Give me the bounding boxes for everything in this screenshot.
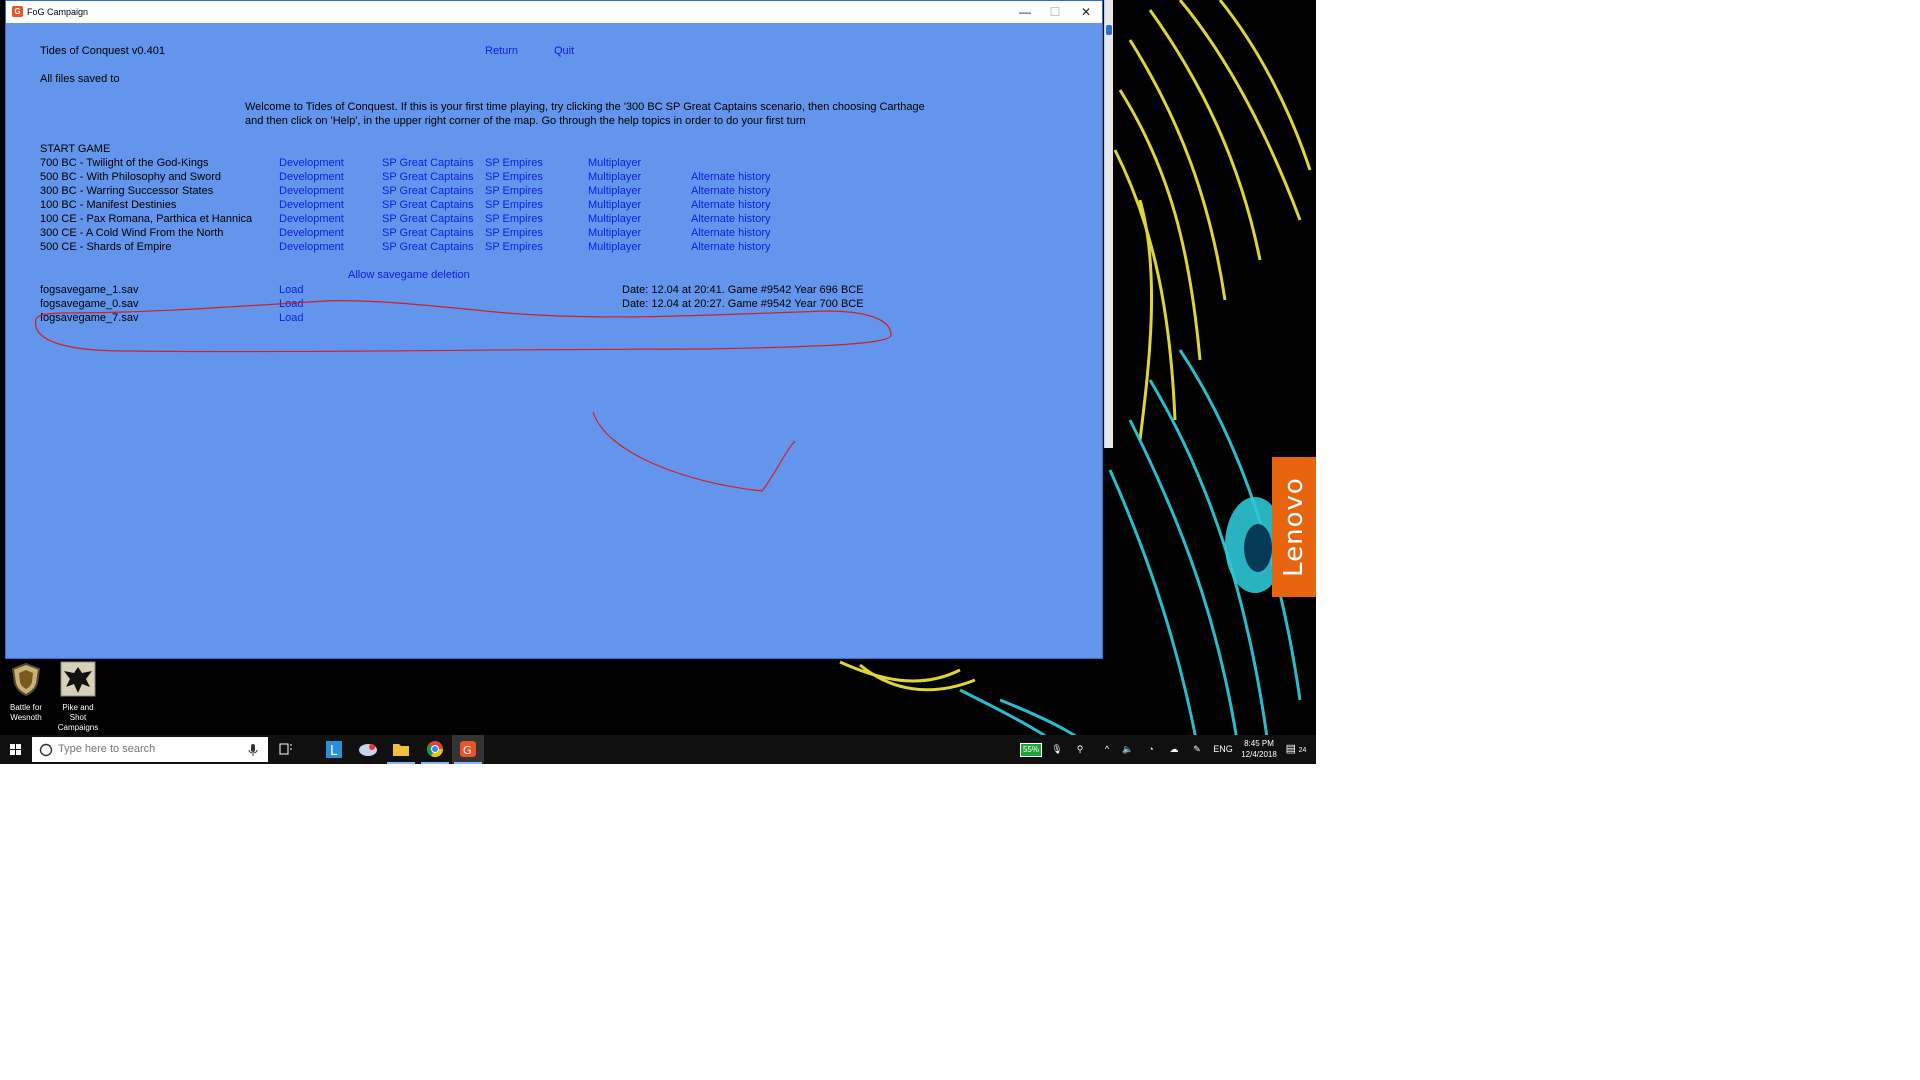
- scrollbar-thumb[interactable]: [1106, 25, 1112, 35]
- scrollbar[interactable]: [1104, 0, 1113, 448]
- maximize-button[interactable]: ☐: [1039, 1, 1071, 23]
- taskbar: L G 55% 🎙 ⚲ ^ 🔈 ◔ ☁ ✎ ENG 8:45 PM: [0, 735, 1316, 764]
- folder-icon: [393, 744, 409, 756]
- search-circle-icon: [39, 743, 53, 757]
- close-button[interactable]: ✕: [1070, 1, 1102, 23]
- desktop-icon-battle-for-wesnoth[interactable]: Battle for Wesnoth: [2, 661, 50, 723]
- taskbar-search[interactable]: [32, 737, 268, 762]
- annotation-checkmark: [592, 411, 796, 492]
- taskbar-app-chrome[interactable]: [419, 735, 451, 764]
- chrome-icon: [426, 741, 444, 758]
- taskbar-app-cloud[interactable]: [352, 735, 384, 764]
- taskbar-app-lenovo[interactable]: L: [318, 735, 350, 764]
- people-icon[interactable]: ⚲: [1072, 735, 1088, 764]
- annotation-ellipse: [35, 300, 892, 353]
- microphone-icon[interactable]: [248, 743, 258, 757]
- desktop-icon-label: Campaigns: [57, 723, 99, 732]
- onedrive-icon[interactable]: ☁: [1165, 735, 1183, 764]
- wifi-icon[interactable]: ◔: [1143, 735, 1159, 764]
- windows-logo-icon: [10, 744, 21, 755]
- lenovo-badge: Lenovo: [1272, 457, 1316, 597]
- battery-level: 55%: [1019, 743, 1042, 757]
- taskbar-app-file-explorer[interactable]: [385, 735, 417, 764]
- pen-icon[interactable]: ✎: [1189, 735, 1205, 764]
- notification-center-button[interactable]: ▤ 24: [1285, 735, 1307, 764]
- search-input[interactable]: [58, 741, 238, 757]
- app-icon: G: [12, 6, 23, 17]
- main-content: Tides of Conquest v0.401 Return Quit All…: [6, 23, 1102, 660]
- clock[interactable]: 8:45 PM 12/4/2018: [1237, 735, 1281, 764]
- app-window: G FoG Campaign — ☐ ✕ Tides of Conquest v…: [5, 0, 1103, 659]
- window-title: FoG Campaign: [27, 7, 89, 17]
- notification-icon: ▤: [1285, 743, 1297, 755]
- game-app-icon: G: [460, 741, 476, 757]
- eagle-icon: [60, 661, 96, 697]
- desktop-icon-pike-and-shot[interactable]: Pike and Shot Campaigns: [54, 661, 102, 733]
- notification-count: 24: [1298, 747, 1307, 754]
- minimize-button[interactable]: —: [1009, 1, 1041, 23]
- start-button[interactable]: [0, 735, 32, 764]
- cloud-app-icon: [359, 744, 377, 756]
- svg-text:G: G: [463, 744, 472, 757]
- shield-icon: [11, 662, 41, 697]
- desktop-icon-label: Wesnoth: [10, 713, 42, 722]
- chevron-up-icon[interactable]: ^: [1100, 735, 1114, 764]
- clock-time: 8:45 PM: [1244, 739, 1274, 748]
- active-indicator: [454, 762, 482, 764]
- language-indicator[interactable]: ENG: [1212, 735, 1234, 764]
- desktop-icon-label: Pike and Shot: [62, 703, 94, 722]
- annotation-overlay: [35, 300, 892, 492]
- clock-date: 12/4/2018: [1241, 750, 1277, 759]
- mic-tray-icon[interactable]: 🎙: [1050, 735, 1064, 764]
- desktop: Battle for Wesnoth Pike and Shot Campaig…: [0, 0, 1316, 764]
- desktop-icon-label: Battle for: [9, 703, 42, 712]
- title-bar[interactable]: G FoG Campaign — ☐ ✕: [6, 1, 1102, 23]
- volume-icon[interactable]: 🔈: [1120, 735, 1136, 764]
- lenovo-logo: Lenovo: [1279, 477, 1309, 577]
- active-indicator: [421, 762, 449, 764]
- svg-text:L: L: [330, 744, 338, 759]
- active-indicator: [387, 762, 415, 764]
- task-view-button[interactable]: [270, 735, 302, 764]
- task-view-icon: [279, 743, 292, 755]
- lenovo-app-icon: L: [326, 741, 342, 759]
- battery-indicator[interactable]: 55%: [1013, 735, 1049, 764]
- taskbar-app-fog-campaign[interactable]: G: [452, 735, 484, 764]
